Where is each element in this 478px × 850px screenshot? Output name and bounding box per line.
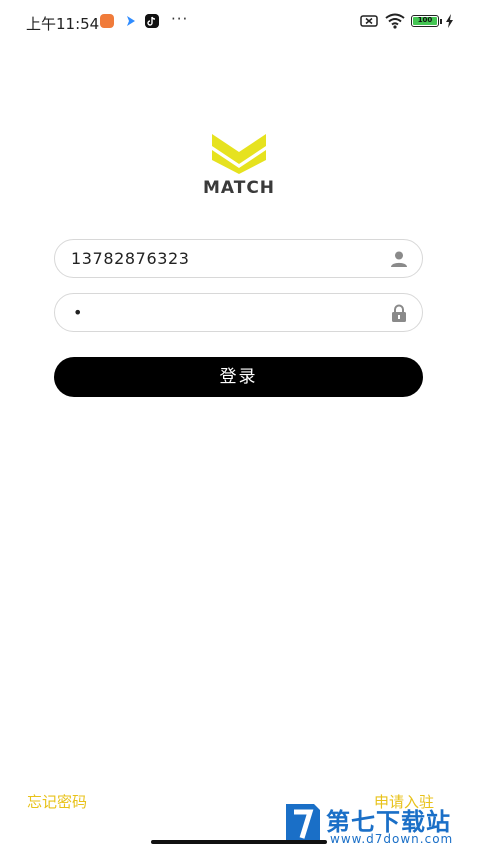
battery-level: 100 [413,17,437,25]
no-sim-icon [360,15,378,27]
password-input[interactable]: • [73,303,82,322]
user-icon [391,251,407,267]
home-indicator[interactable] [151,840,327,844]
status-time: 上午11:54 [26,15,100,33]
match-logo-icon [212,132,266,174]
battery-tip [440,19,442,24]
tiktok-icon [145,14,159,28]
wifi-icon [385,13,405,29]
forgot-password-link[interactable]: 忘记密码 [27,791,87,812]
login-button[interactable]: 登录 [54,357,423,397]
phone-field[interactable] [54,239,423,278]
arrow-app-icon [127,16,135,26]
battery-icon: 100 [411,15,439,27]
status-bar: 上午11:54 ··· 100 [0,0,478,44]
charging-icon [446,14,453,28]
phone-input[interactable] [71,240,371,277]
app-notification-icon [100,14,114,28]
lock-icon [392,304,406,322]
brand-name: MATCH [202,178,276,198]
match-logo: MATCH [193,130,285,200]
password-field[interactable]: • [54,293,423,332]
more-dots-icon: ··· [171,10,189,28]
watermark-url: www.d7down.com [330,832,454,846]
